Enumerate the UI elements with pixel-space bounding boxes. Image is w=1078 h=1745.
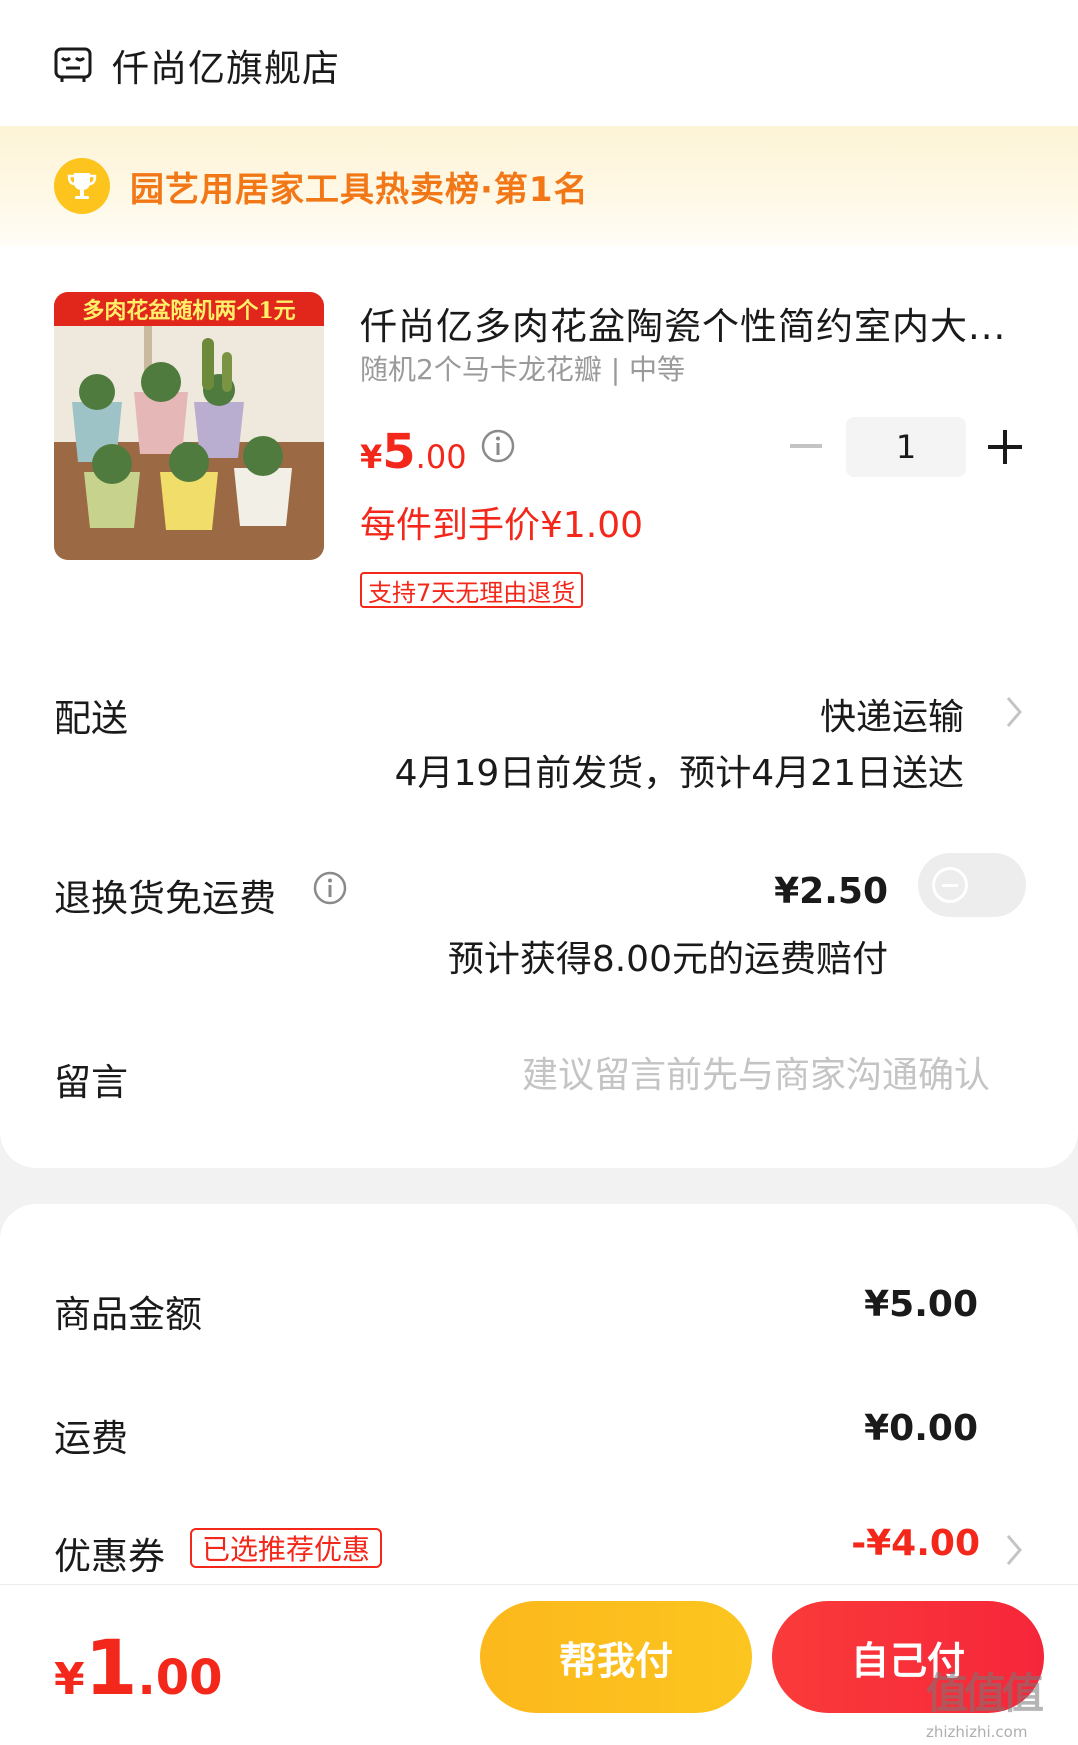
price-integer: 5	[382, 424, 416, 480]
help-me-pay-button[interactable]: 帮我付	[480, 1601, 752, 1713]
coupon-value[interactable]: -¥4.00	[851, 1523, 980, 1564]
shipping-value: ¥0.00	[864, 1408, 978, 1449]
store-header[interactable]: 仟尚亿旗舰店	[54, 40, 340, 90]
product-image-banner: 多肉花盆随机两个1元	[54, 292, 324, 326]
pay-myself-button[interactable]: 自己付	[772, 1601, 1044, 1713]
total-price: ¥ 1 .00	[54, 1623, 223, 1712]
delivery-chevron-icon[interactable]	[1000, 692, 1028, 732]
coupon-badge: 已选推荐优惠	[190, 1528, 383, 1568]
return-shipping-note: 预计获得8.00元的运费赔付	[447, 939, 888, 980]
rank-text: 园艺用居家工具热卖榜·第1名	[130, 169, 589, 210]
price-info-icon[interactable]	[480, 428, 516, 464]
total-symbol: ¥	[54, 1654, 85, 1705]
product-image[interactable]: 多肉花盆随机两个1元	[54, 292, 324, 560]
price-decimal: .00	[415, 438, 467, 476]
product-photo	[54, 292, 324, 560]
return-shipping-label: 退换货免运费	[54, 877, 276, 920]
unit-price: 每件到手价¥1.00	[360, 505, 644, 546]
order-card: 仟尚亿旗舰店 园艺用居家工具热卖榜·第1名 多肉花盆随机两个1元 仟尚亿多肉花盆…	[0, 0, 1078, 1168]
message-input[interactable]	[440, 1050, 990, 1100]
checkout-bar: ¥ 1 .00 帮我付 自己付	[0, 1584, 1078, 1745]
delivery-label: 配送	[54, 697, 128, 740]
toggle-knob	[932, 867, 968, 903]
total-decimal: .00	[137, 1650, 223, 1706]
store-name: 仟尚亿旗舰店	[112, 47, 340, 90]
message-label: 留言	[54, 1061, 128, 1104]
product-spec[interactable]: 随机2个马卡龙花瓣 | 中等	[360, 348, 685, 388]
quantity-input[interactable]: 1	[846, 417, 966, 477]
total-integer: 1	[84, 1623, 138, 1712]
coupon-label: 优惠券	[54, 1535, 165, 1578]
delivery-date: 4月19日前发货，预计4月21日送达	[394, 753, 964, 794]
delivery-method[interactable]: 快递运输	[820, 688, 964, 740]
goods-amount-label: 商品金额	[54, 1293, 202, 1336]
rank-banner[interactable]: 园艺用居家工具热卖榜·第1名	[0, 126, 1078, 246]
return-shipping-info-icon[interactable]	[312, 870, 348, 906]
store-icon	[54, 47, 92, 82]
coupon-chevron-icon[interactable]	[1000, 1530, 1028, 1570]
return-shipping-toggle[interactable]	[918, 853, 1026, 917]
trophy-icon	[54, 158, 110, 214]
quantity-increase-button[interactable]	[988, 430, 1022, 464]
product-price: ¥ 5 .00	[360, 424, 467, 480]
goods-amount-value: ¥5.00	[864, 1284, 978, 1325]
return-shipping-fee: ¥2.50	[774, 871, 888, 912]
return-policy-badge: 支持7天无理由退货	[360, 572, 584, 608]
price-symbol: ¥	[360, 438, 383, 476]
quantity-decrease-button[interactable]	[790, 444, 822, 448]
product-title[interactable]: 仟尚亿多肉花盆陶瓷个性简约室内大...	[360, 296, 1030, 350]
shipping-label: 运费	[54, 1417, 128, 1460]
